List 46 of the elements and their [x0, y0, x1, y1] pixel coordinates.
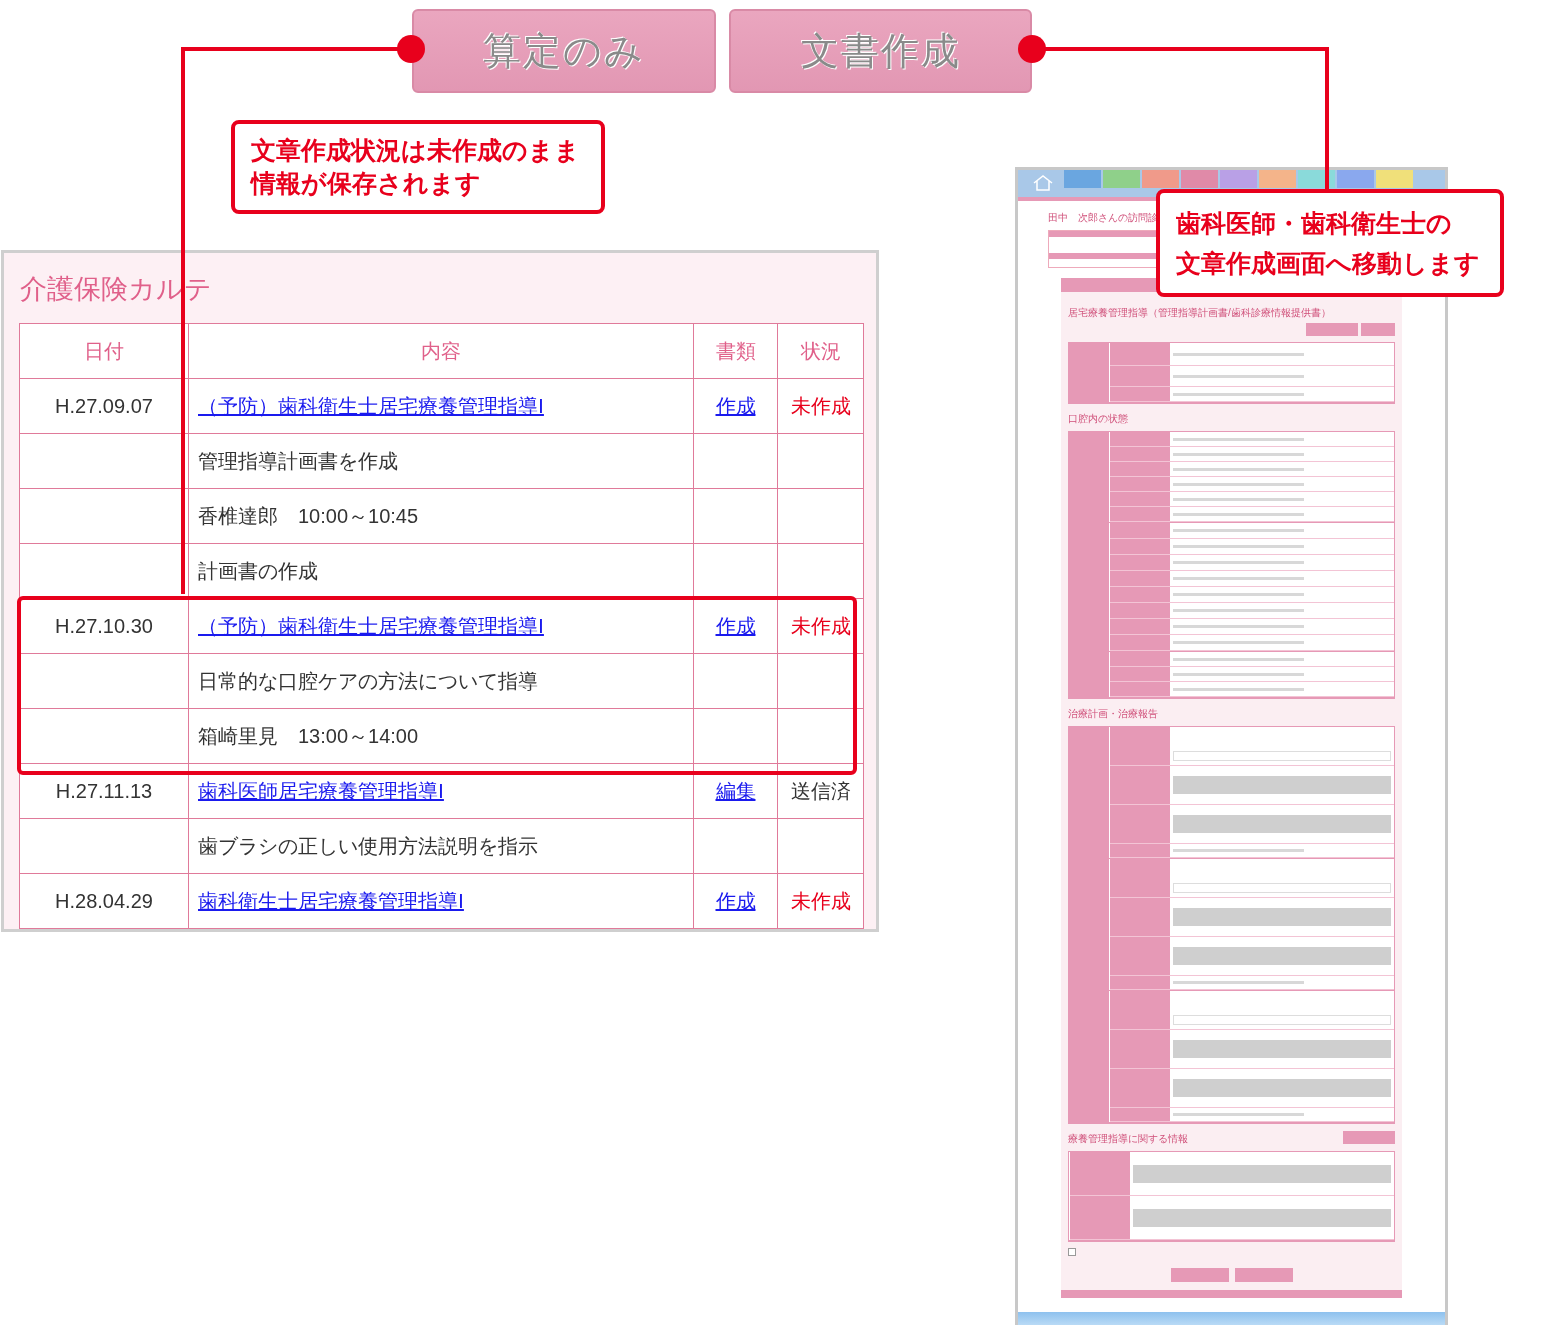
register-button[interactable]: [1170, 1268, 1229, 1282]
template-button[interactable]: [1343, 1131, 1395, 1144]
date-cell: H.28.04.29: [19, 873, 189, 929]
note-cell: 箱崎里見 13:00～14:00: [188, 708, 694, 764]
preview-button[interactable]: [1306, 323, 1358, 336]
document-link[interactable]: 作成: [715, 889, 756, 912]
menu-tile[interactable]: [1220, 170, 1257, 188]
panel-title: 介護保険カルテ: [20, 273, 213, 306]
menu-tile[interactable]: [1337, 170, 1374, 188]
form-heading: 居宅療養管理指導（管理指導計画書/歯科診療情報提供書）: [1068, 306, 1331, 320]
note-cell: 日常的な口腔ケアの方法について指導: [188, 653, 694, 709]
section-heading: 治療計画・治療報告: [1068, 707, 1159, 721]
note-cell: 管理指導計画書を作成: [188, 433, 694, 489]
note-cell: 香椎達郎 10:00～10:45: [188, 488, 694, 544]
date-cell: H.27.10.30: [19, 598, 189, 654]
menu-tile[interactable]: [1259, 170, 1296, 188]
column-header: 状況: [777, 323, 864, 379]
status-cell: 未作成: [777, 873, 864, 929]
callout-text: 情報が保存されます: [251, 168, 482, 199]
document-link[interactable]: 作成: [715, 614, 756, 637]
date-cell: H.27.09.07: [19, 378, 189, 434]
checkbox[interactable]: [1068, 1248, 1076, 1256]
callout-text: 文章作成状況は未作成のまま: [251, 135, 581, 166]
menu-tile[interactable]: [1181, 170, 1218, 188]
section-heading: 口腔内の状態: [1068, 412, 1129, 426]
status-cell: 送信済: [777, 763, 864, 819]
note-cell: 歯ブラシの正しい使用方法説明を指示: [188, 818, 694, 874]
column-header: 内容: [188, 323, 694, 379]
status-cell: 未作成: [777, 378, 864, 434]
entry-link[interactable]: 歯科医師居宅療養管理指導Ⅰ: [198, 779, 444, 802]
menu-tile[interactable]: [1064, 170, 1101, 188]
menu-tile[interactable]: [1376, 170, 1413, 188]
callout-text: 文章作成画面へ移動します: [1176, 248, 1481, 279]
template-button[interactable]: [1361, 323, 1395, 336]
callout-text: 歯科医師・歯科衛生士の: [1176, 208, 1453, 239]
column-header: 書類: [693, 323, 778, 379]
home-icon[interactable]: [1032, 175, 1054, 191]
column-header: 日付: [19, 323, 189, 379]
document-link[interactable]: 作成: [715, 394, 756, 417]
status-cell: 未作成: [777, 598, 864, 654]
date-cell: H.27.11.13: [19, 763, 189, 819]
section-heading: 療養管理指導に関する情報: [1068, 1132, 1188, 1146]
document-link[interactable]: 編集: [715, 779, 756, 802]
menu-tile[interactable]: [1103, 170, 1140, 188]
preview-button[interactable]: [1234, 1268, 1293, 1282]
menu-tile[interactable]: [1142, 170, 1179, 188]
